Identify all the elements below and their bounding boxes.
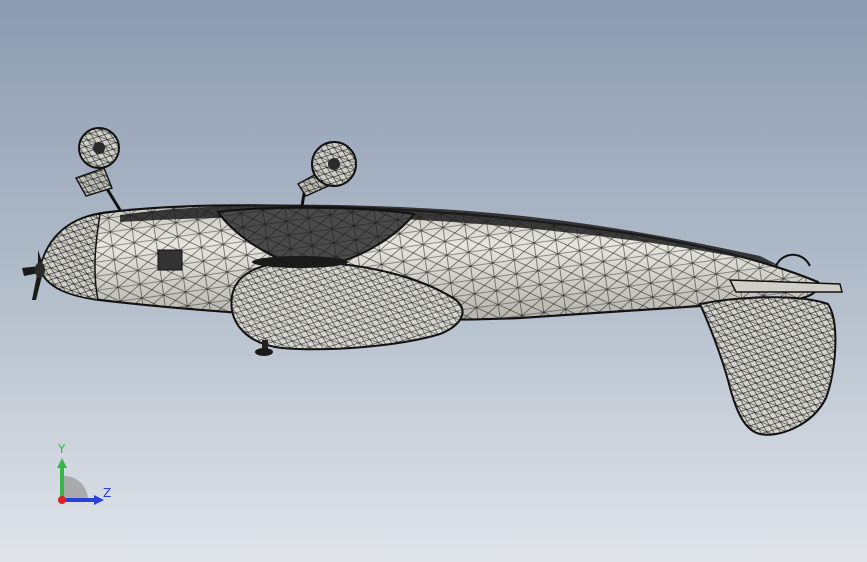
side-panel bbox=[157, 249, 183, 271]
cad-scene[interactable] bbox=[0, 0, 867, 562]
triad-z-label: Z bbox=[103, 486, 112, 500]
graphics-viewport[interactable]: Y Z bbox=[0, 0, 867, 562]
triad-y-label: Y bbox=[58, 442, 66, 456]
axis-triad[interactable]: Y Z bbox=[48, 440, 128, 520]
